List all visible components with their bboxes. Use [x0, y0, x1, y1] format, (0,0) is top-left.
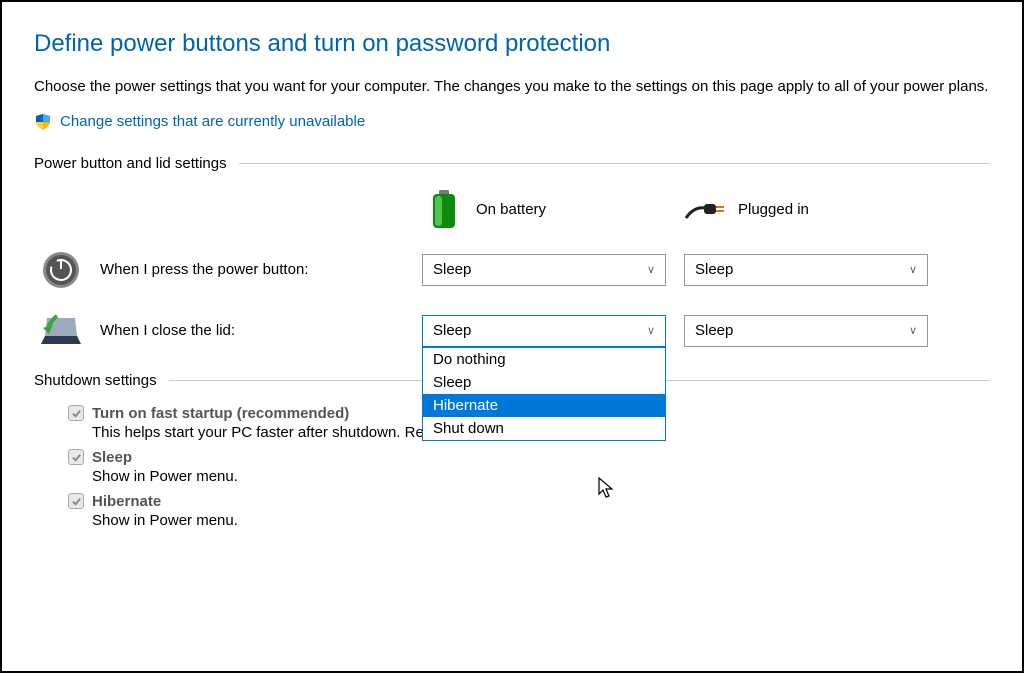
- dropdown-option-hibernate[interactable]: Hibernate: [423, 394, 665, 417]
- row-close-lid-label: When I close the lid:: [88, 322, 422, 339]
- checkbox-sleep[interactable]: [68, 449, 84, 465]
- row-close-lid: When I close the lid: Sleep ∨ Do nothing…: [34, 314, 990, 348]
- section-power-lid-label: Power button and lid settings: [34, 155, 227, 172]
- power-button-icon: [34, 250, 88, 290]
- dropdown-option-sleep[interactable]: Sleep: [423, 371, 665, 394]
- chevron-down-icon: ∨: [647, 263, 655, 276]
- dropdown-option-do-nothing[interactable]: Do nothing: [423, 348, 665, 371]
- section-shutdown-label: Shutdown settings: [34, 372, 157, 389]
- change-settings-link[interactable]: Change settings that are currently unava…: [60, 113, 365, 130]
- dropdown-close-lid-battery: Do nothing Sleep Hibernate Shut down: [422, 347, 666, 441]
- chevron-down-icon: ∨: [909, 324, 917, 337]
- checkbox-hibernate[interactable]: [68, 493, 84, 509]
- col-header-plugged-label: Plugged in: [738, 201, 809, 218]
- row-power-button-label: When I press the power button:: [88, 261, 422, 278]
- chevron-down-icon: ∨: [909, 263, 917, 276]
- checkbox-fast-startup[interactable]: [68, 405, 84, 421]
- shutdown-sleep-label: Sleep: [92, 449, 132, 466]
- col-header-plugged: Plugged in: [684, 188, 946, 232]
- col-header-battery: On battery: [422, 188, 684, 232]
- change-settings-row: Change settings that are currently unava…: [34, 113, 990, 131]
- row-power-button: When I press the power button: Sleep ∨ S…: [34, 250, 990, 290]
- select-close-lid-battery-value: Sleep: [433, 322, 471, 339]
- battery-icon: [422, 188, 466, 232]
- select-power-button-plugged[interactable]: Sleep ∨: [684, 254, 928, 286]
- lid-icon: [34, 314, 88, 348]
- col-header-battery-label: On battery: [476, 201, 546, 218]
- page-description: Choose the power settings that you want …: [34, 76, 990, 99]
- divider: [239, 163, 990, 164]
- section-power-lid-legend: Power button and lid settings: [34, 155, 990, 172]
- select-close-lid-battery[interactable]: Sleep ∨ Do nothing Sleep Hibernate Shut …: [422, 315, 666, 347]
- chevron-down-icon: ∨: [647, 324, 655, 337]
- shield-icon: [34, 113, 52, 131]
- dropdown-option-shut-down[interactable]: Shut down: [423, 417, 665, 440]
- shutdown-fast-startup-label: Turn on fast startup (recommended): [92, 405, 349, 422]
- shutdown-hibernate-desc: Show in Power menu.: [92, 512, 990, 529]
- select-close-lid-plugged-value: Sleep: [695, 322, 733, 339]
- select-power-button-battery-value: Sleep: [433, 261, 471, 278]
- page-title: Define power buttons and turn on passwor…: [34, 30, 990, 58]
- shutdown-item-sleep: Sleep Show in Power menu.: [68, 449, 990, 485]
- select-power-button-plugged-value: Sleep: [695, 261, 733, 278]
- shutdown-sleep-desc: Show in Power menu.: [92, 468, 990, 485]
- select-close-lid-plugged[interactable]: Sleep ∨: [684, 315, 928, 347]
- column-headers: On battery Plugged in: [34, 188, 990, 232]
- shutdown-item-hibernate: Hibernate Show in Power menu.: [68, 493, 990, 529]
- plug-icon: [684, 188, 728, 232]
- shutdown-hibernate-label: Hibernate: [92, 493, 161, 510]
- select-power-button-battery[interactable]: Sleep ∨: [422, 254, 666, 286]
